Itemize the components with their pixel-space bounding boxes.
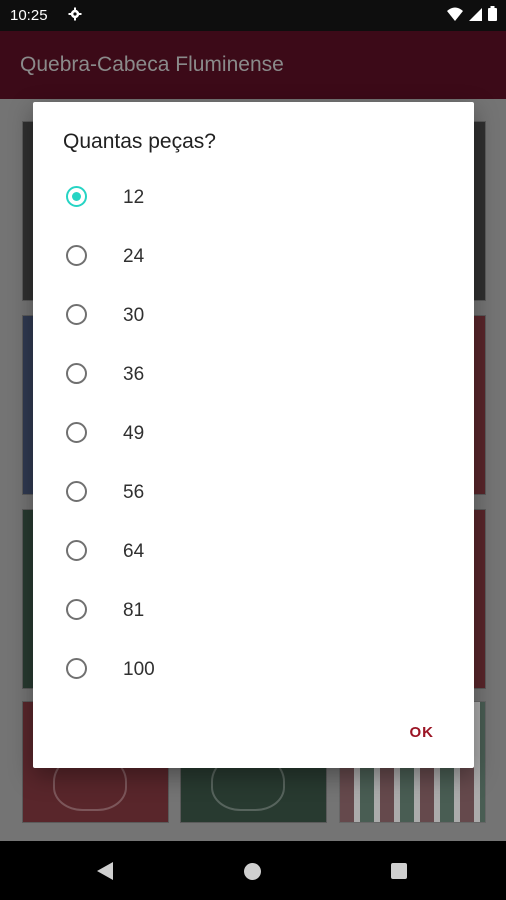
option-label: 81 [123,600,145,621]
battery-icon [488,6,497,21]
option-label: 30 [123,305,145,326]
option-12[interactable]: 12 [33,168,474,227]
option-label: 100 [123,659,155,680]
status-bar: 10:25 [0,0,506,31]
option-24[interactable]: 24 [33,227,474,286]
signal-icon [469,7,482,21]
option-64[interactable]: 64 [33,522,474,581]
radio-button[interactable] [66,540,87,561]
back-icon[interactable] [96,861,114,881]
option-label: 64 [123,541,145,562]
home-icon[interactable] [244,863,261,880]
radio-button[interactable] [66,245,87,266]
option-label: 56 [123,482,145,503]
option-56[interactable]: 56 [33,463,474,522]
app-title: Quebra-Cabeca Fluminense [20,53,284,76]
app-bar: Quebra-Cabeca Fluminense [0,31,506,99]
option-81[interactable]: 81 [33,581,474,640]
option-label: 36 [123,364,145,385]
radio-button[interactable] [66,186,87,207]
option-label: 49 [123,423,145,444]
navigation-bar [0,841,506,900]
radio-button[interactable] [66,304,87,325]
option-label: 24 [123,246,145,267]
radio-button[interactable] [66,422,87,443]
radio-button[interactable] [66,599,87,620]
status-time: 10:25 [10,7,48,24]
radio-button[interactable] [66,481,87,502]
radio-button[interactable] [66,658,87,679]
option-label: 12 [123,187,145,208]
ok-button[interactable]: OK [410,724,435,741]
option-36[interactable]: 36 [33,345,474,404]
recents-icon[interactable] [391,863,407,879]
gear-icon [68,7,82,21]
option-30[interactable]: 30 [33,286,474,345]
dialog-title: Quantas peças? [63,130,216,153]
option-49[interactable]: 49 [33,404,474,463]
piece-count-dialog: Quantas peças? 12 24 30 36 49 56 64 81 1… [33,102,474,768]
piece-count-options: 12 24 30 36 49 56 64 81 100 [33,168,474,699]
radio-button[interactable] [66,363,87,384]
wifi-icon [447,7,463,21]
option-100[interactable]: 100 [33,640,474,699]
